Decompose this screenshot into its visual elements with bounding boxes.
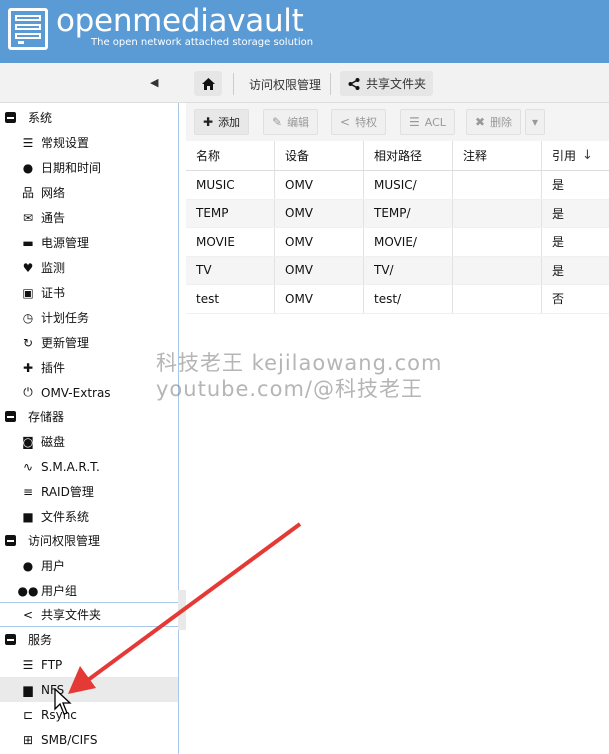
red-arrow-annotation [68, 522, 302, 694]
mouse-cursor-icon [54, 688, 72, 715]
